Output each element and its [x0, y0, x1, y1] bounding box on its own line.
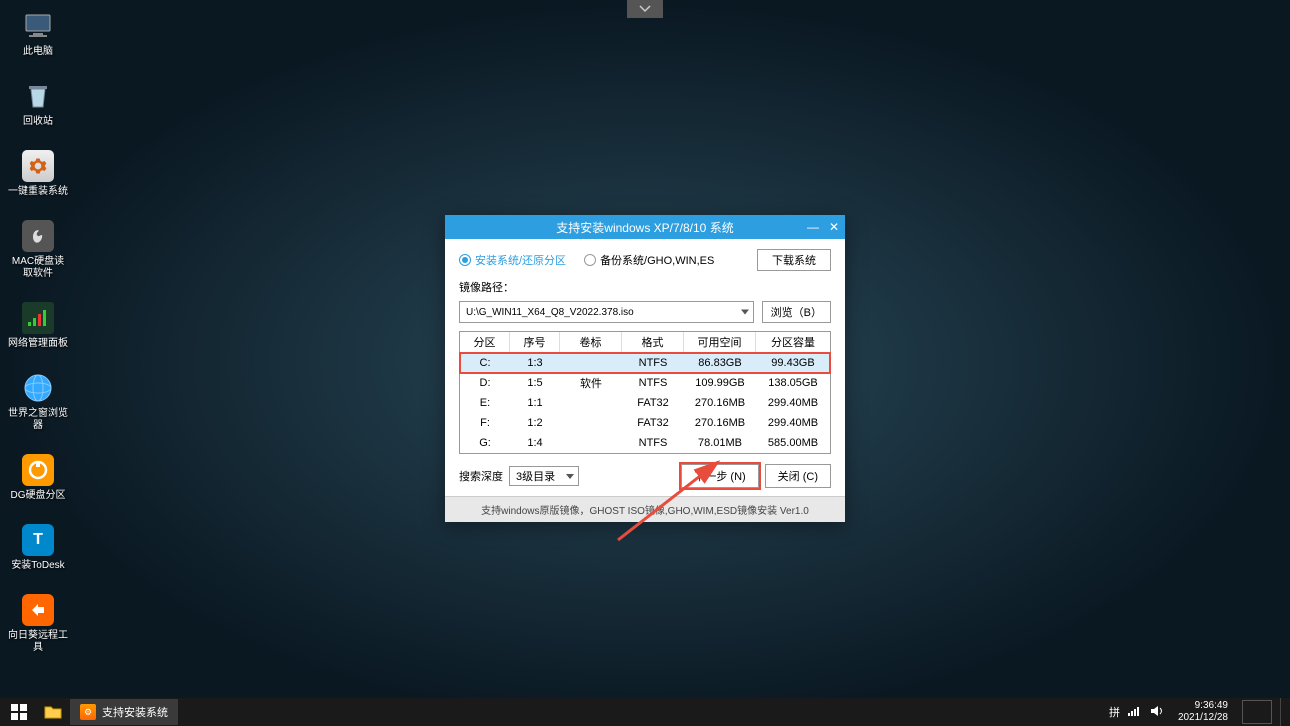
- desktop-icon-label: 安装ToDesk: [11, 560, 64, 572]
- desktop-icon-label: 回收站: [23, 116, 53, 128]
- titlebar[interactable]: 支持安装windows XP/7/8/10 系统 — ✕: [445, 215, 845, 239]
- system-tray: 拼 9:36:49 2021/12/28: [1109, 698, 1290, 726]
- install-dialog: 支持安装windows XP/7/8/10 系统 — ✕ 安装系统/还原分区 备…: [445, 215, 845, 522]
- taskbar-clock[interactable]: 9:36:49 2021/12/28: [1178, 700, 1228, 724]
- radio-install-restore[interactable]: 安装系统/还原分区: [459, 252, 566, 268]
- table-row[interactable]: F:1:2FAT32270.16MB299.40MB: [460, 413, 830, 433]
- image-path-select[interactable]: U:\G_WIN11_X64_Q8_V2022.378.iso: [459, 301, 754, 323]
- partition-table: 分区 序号 卷标 格式 可用空间 分区容量 C:1:3NTFS86.83GB99…: [459, 331, 831, 454]
- search-depth-select[interactable]: 3级目录: [509, 466, 579, 486]
- dropdown-arrow-icon: [566, 474, 574, 479]
- desktop-icon-this-pc[interactable]: 此电脑: [8, 10, 68, 58]
- tray-network-icon[interactable]: [1128, 705, 1142, 720]
- table-row[interactable]: D:1:5软件NTFS109.99GB138.05GB: [460, 373, 830, 393]
- browse-button[interactable]: 浏览（B）: [762, 301, 831, 323]
- table-row[interactable]: G:1:4NTFS78.01MB585.00MB: [460, 433, 830, 453]
- desktop-icon-network-panel[interactable]: 网络管理面板: [8, 302, 68, 350]
- start-button[interactable]: [0, 698, 38, 726]
- desktop-icon-label: 网络管理面板: [8, 338, 68, 350]
- radio-backup[interactable]: 备份系统/GHO,WIN,ES: [584, 252, 714, 268]
- app-icon: ⚙: [80, 704, 96, 720]
- radio-icon: [459, 254, 471, 266]
- windows-logo-icon: [11, 704, 27, 720]
- desktop: 此电脑 回收站 一键重装系统 MAC硬盘读取软件 网络管理面板 世界之窗浏览器 …: [8, 10, 68, 654]
- desktop-icon-todesk[interactable]: T 安装ToDesk: [8, 524, 68, 572]
- folder-icon: [44, 704, 62, 720]
- desktop-icon-label: 此电脑: [23, 46, 53, 58]
- taskbar-file-explorer[interactable]: [38, 698, 68, 726]
- desktop-icon-browser[interactable]: 世界之窗浏览器: [8, 372, 68, 432]
- table-row[interactable]: E:1:1FAT32270.16MB299.40MB: [460, 393, 830, 413]
- next-button[interactable]: 下一步 (N): [681, 464, 758, 488]
- top-collapse-tab[interactable]: [627, 0, 663, 18]
- desktop-icon-label: 向日葵远程工具: [8, 630, 68, 654]
- desktop-icon-dg-partition[interactable]: DG硬盘分区: [8, 454, 68, 502]
- show-desktop-button[interactable]: [1280, 698, 1286, 726]
- table-row[interactable]: C:1:3NTFS86.83GB99.43GB: [460, 353, 830, 373]
- desktop-icon-reinstall[interactable]: 一键重装系统: [8, 150, 68, 198]
- taskbar: ⚙ 支持安装系统 拼 9:36:49 2021/12/28: [0, 698, 1290, 726]
- close-x-button[interactable]: ✕: [829, 220, 839, 234]
- image-path-label: 镜像路径：: [459, 279, 831, 295]
- search-depth-label: 搜索深度: [459, 468, 503, 484]
- desktop-icon-label: 世界之窗浏览器: [8, 408, 68, 432]
- desktop-icon-recycle-bin[interactable]: 回收站: [8, 80, 68, 128]
- tray-ime-icon[interactable]: 拼: [1109, 704, 1120, 720]
- tray-volume-icon[interactable]: [1150, 705, 1164, 720]
- desktop-icon-label: DG硬盘分区: [11, 490, 66, 502]
- dialog-title: 支持安装windows XP/7/8/10 系统: [556, 219, 733, 236]
- desktop-icon-label: MAC硬盘读取软件: [8, 256, 68, 280]
- close-button[interactable]: 关闭 (C): [765, 464, 831, 488]
- table-header: 分区 序号 卷标 格式 可用空间 分区容量: [460, 332, 830, 353]
- radio-icon: [584, 254, 596, 266]
- taskbar-app-installer[interactable]: ⚙ 支持安装系统: [70, 699, 178, 725]
- tray-action-center[interactable]: [1242, 700, 1272, 724]
- desktop-icon-label: 一键重装系统: [8, 186, 68, 198]
- dropdown-arrow-icon: [741, 310, 749, 315]
- desktop-icon-sunlogin[interactable]: 向日葵远程工具: [8, 594, 68, 654]
- download-system-button[interactable]: 下载系统: [757, 249, 831, 271]
- dialog-footer: 支持windows原版镜像，GHOST ISO镜像,GHO,WIM,ESD镜像安…: [445, 496, 845, 522]
- desktop-icon-mac-disk[interactable]: MAC硬盘读取软件: [8, 220, 68, 280]
- minimize-button[interactable]: —: [807, 220, 819, 234]
